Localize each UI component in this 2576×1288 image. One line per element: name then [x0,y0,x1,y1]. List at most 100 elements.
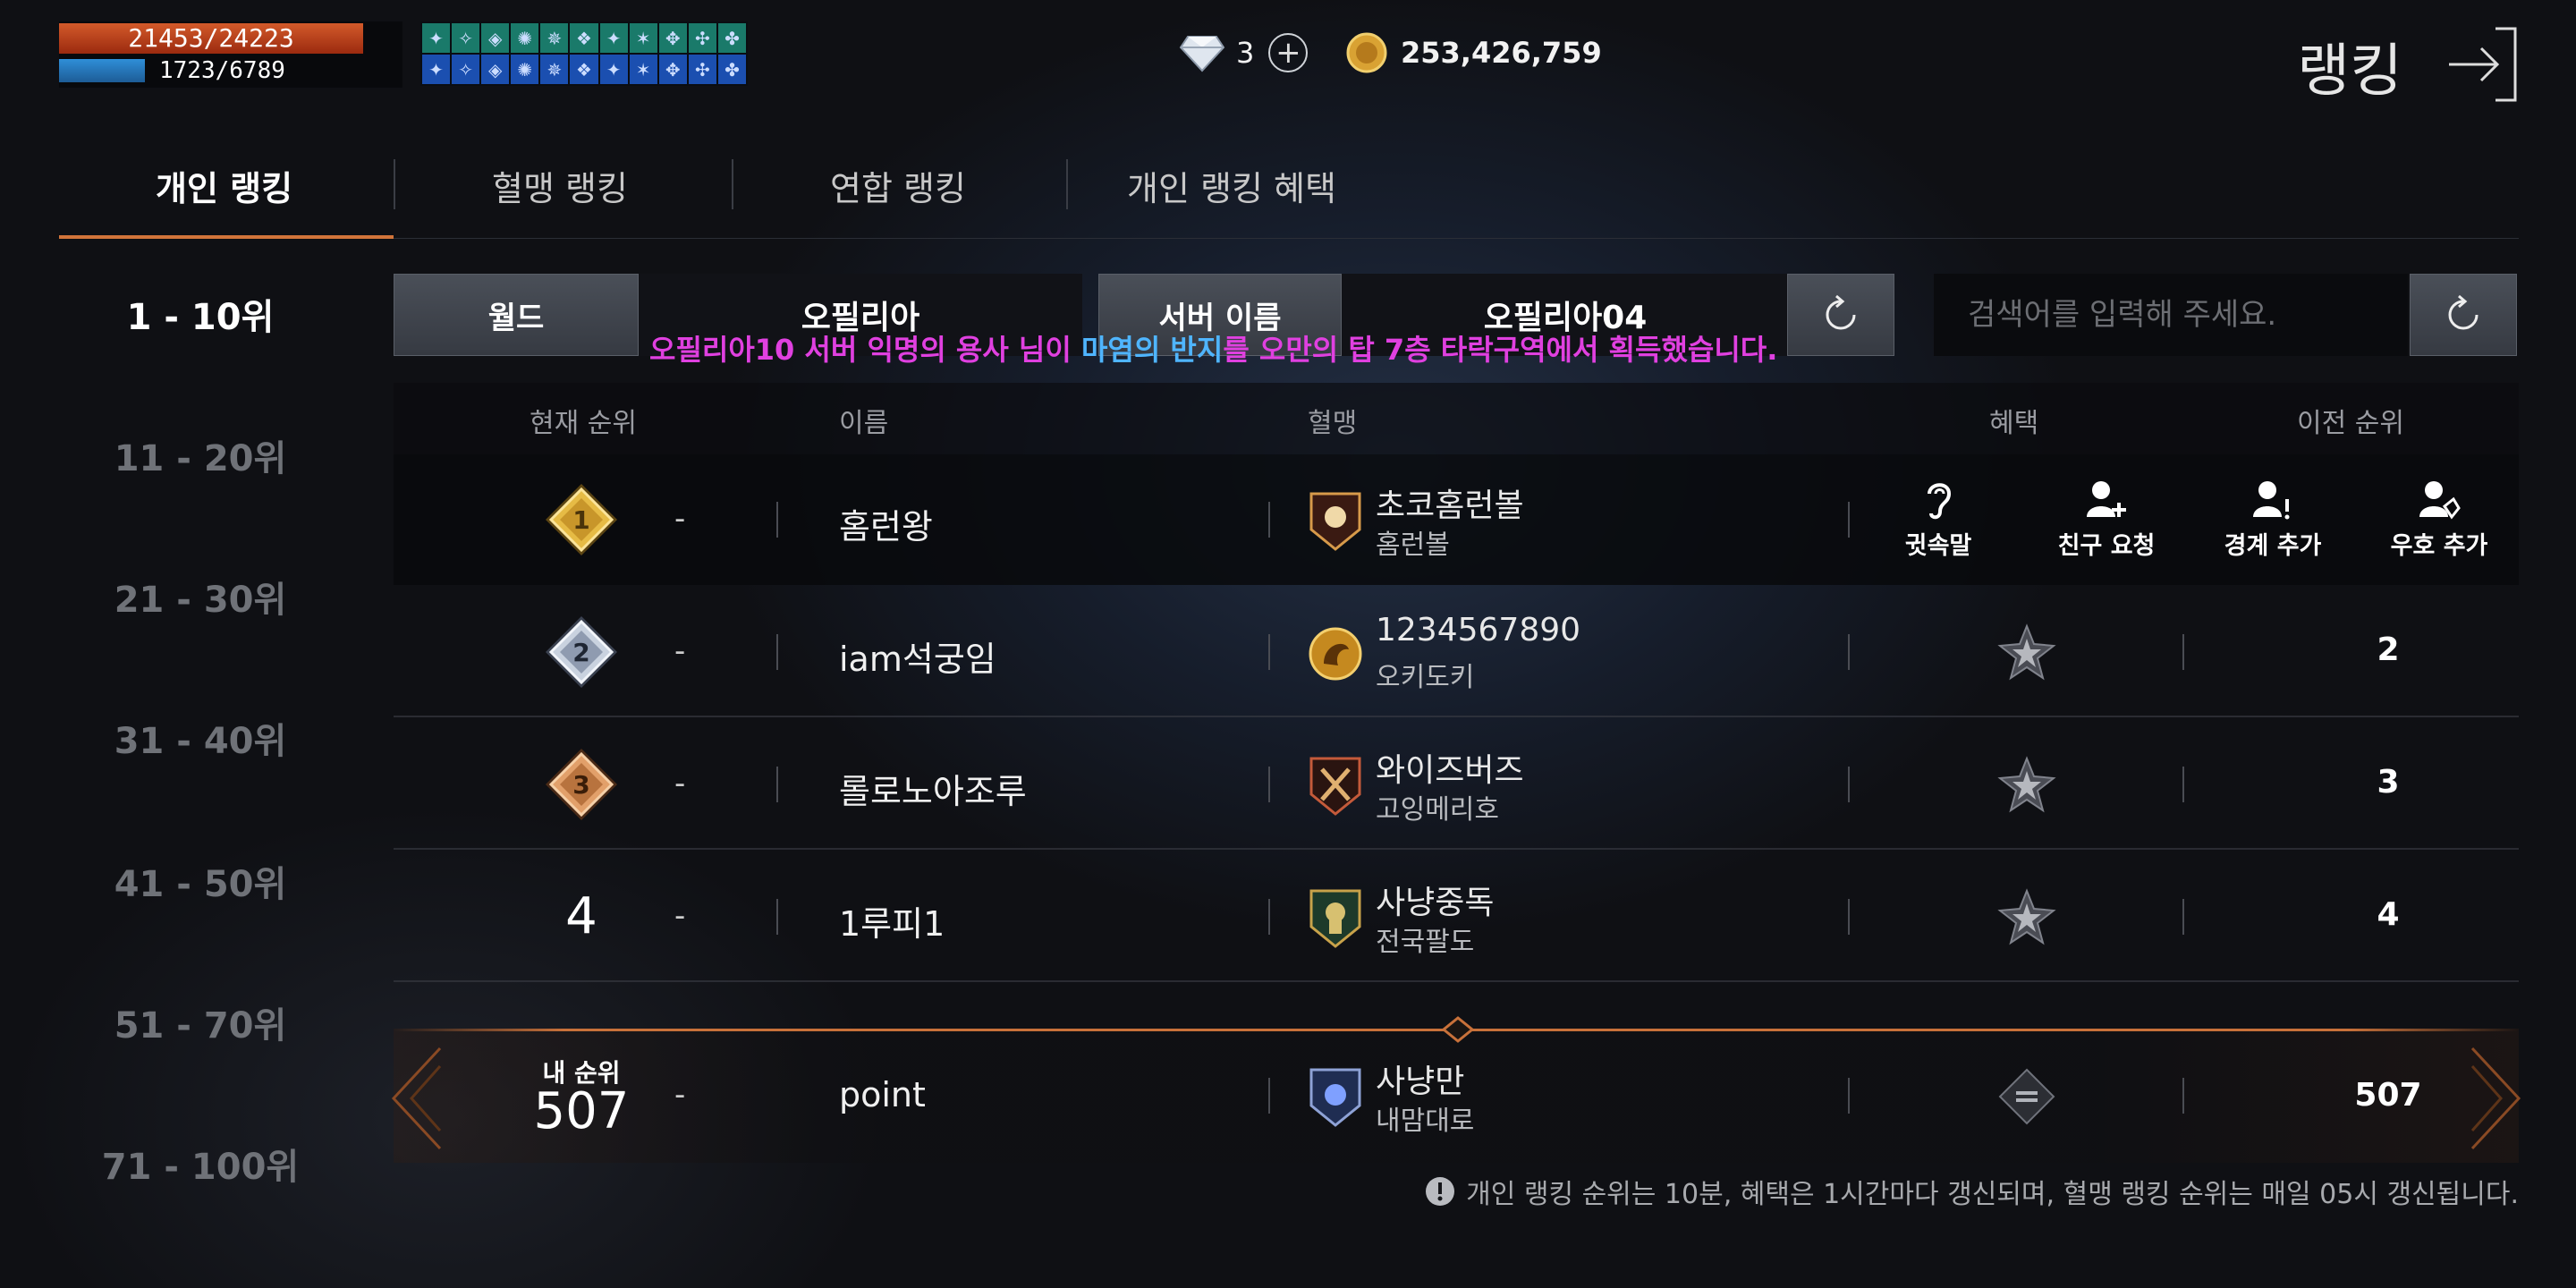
friendly-user-icon [2419,481,2461,520]
buff-icon: ✤ [717,23,746,53]
tab-alliance-ranking[interactable]: 연합 랭킹 [830,161,966,210]
buff-icon: ✦ [599,55,628,84]
previous-rank: 507 [2354,1077,2422,1114]
tab-personal-ranking[interactable]: 개인 랭킹 [156,161,292,210]
col-benefit: 혜택 [1989,408,2039,439]
table-row[interactable]: 4 - 1루피1 사냥중독 전국팔도 4 [394,852,2519,982]
range-31-40[interactable]: 31 - 40위 [59,712,342,764]
buff-icon: ✧ [452,55,480,84]
tab-divider [732,159,733,209]
player-name[interactable]: 홈런왕 [839,499,933,548]
table-row[interactable]: 1 - 홈런왕 초코홈런볼 홈런볼 귓속말 친구 요청 경계 추가 우호 추가 [394,454,2519,585]
diamond-count: 3 [1236,36,1255,70]
whisper-button[interactable]: 귓속말 [1862,478,2014,561]
tab-divider [394,159,395,209]
caution-user-icon [2253,481,2290,520]
add-friendly-button[interactable]: 우호 추가 [2363,478,2515,561]
clan-name: 초코홈런볼 [1376,487,1524,524]
medal-label: 1 [572,505,589,535]
col-clan: 혈맹 [1308,408,1358,439]
world-filter-button[interactable]: 월드 [394,274,639,356]
player-name[interactable]: 1루피1 [839,896,945,945]
buff-icon: ✣ [688,55,716,84]
rank-change: - [674,501,686,537]
add-caution-button[interactable]: 경계 추가 [2197,478,2349,561]
range-21-30[interactable]: 21 - 30위 [59,571,342,623]
clan-name: 사냥중독 [1376,885,1495,921]
bronze-medal-icon: 3 [546,749,617,820]
friend-request-button[interactable]: 친구 요청 [2030,478,2182,561]
buff-icon: ✥ [658,55,687,84]
buff-icon: ✦ [422,23,451,53]
range-71-100[interactable]: 71 - 100위 [59,1138,342,1190]
my-rank-number: 507 [533,1082,630,1140]
notice-text: 오필리아10 서버 익명의 용사 님이 [649,333,1081,367]
buff-icon: ✵ [540,23,569,53]
buff-icon: ◈ [481,55,510,84]
table-row[interactable]: 3 - 롤로노아조루 와이즈버즈 고잉메리호 3 [394,719,2519,850]
update-footnote: 개인 랭킹 순위는 10분, 혜택은 1시간마다 갱신되며, 혈맹 랭킹 순위는… [1425,1172,2519,1211]
search-button[interactable] [2410,274,2517,356]
range-51-70[interactable]: 51 - 70위 [59,996,342,1048]
mp-bar: 1723/6789 [59,57,402,84]
refresh-icon [2448,294,2479,330]
action-label: 귓속말 [1904,532,1972,560]
range-41-50[interactable]: 41 - 50위 [59,855,342,907]
diamond-currency: 3 + [1179,25,1309,80]
hp-bar: 21453/24223 [59,23,363,54]
divider [59,238,2519,239]
col-name: 이름 [839,408,889,439]
range-11-20[interactable]: 11 - 20위 [59,429,342,481]
player-name[interactable]: iam석궁임 [839,631,996,681]
clan-sub: 내맘대로 [1376,1106,1475,1137]
action-label: 우호 추가 [2390,532,2488,560]
buff-icon: ✶ [629,23,657,53]
tab-ranking-benefits[interactable]: 개인 랭킹 혜택 [1127,161,1336,210]
buff-icon: ✣ [688,23,716,53]
gold-amount: 253,426,759 [1401,36,1602,70]
table-row[interactable]: 2 - iam석궁임 1234567890 오키도키 2 [394,587,2519,717]
divider-ornament-icon [1441,1016,1475,1043]
clan-crest-icon [1309,1068,1361,1127]
diamond-icon [1179,36,1225,72]
player-name: point [839,1075,926,1114]
gold-coin-icon [1346,32,1387,73]
clan-name: 와이즈버즈 [1376,752,1524,789]
clan-crest-icon [1309,627,1362,681]
previous-rank: 2 [2377,631,2400,668]
col-rank: 현재 순위 [530,408,637,439]
buff-bar: ✦ ✧ ◈ ✺ ✵ ❖ ✦ ✶ ✥ ✣ ✤ ✦ ✧ ◈ ✺ ✵ ❖ ✦ ✶ ✥ ✣ ✤ [420,21,748,86]
clan-sub: 전국팔도 [1376,927,1475,958]
benefit-emblem-icon [1997,888,2056,945]
server-refresh-button[interactable] [1787,274,1894,356]
clan-crest-icon [1309,889,1361,948]
search-input[interactable] [1934,274,2408,356]
clan-crest-icon [1309,492,1361,551]
silver-medal-icon: 2 [546,616,617,688]
buff-icon: ✺ [511,55,539,84]
ear-icon [1928,483,1952,520]
rank-change: - [674,1077,686,1113]
rank-change: - [674,898,686,934]
notice-text: 를 오만의 탑 7층 타락구역에서 획득했습니다. [1223,333,1778,367]
medal-label: 2 [572,638,589,667]
tab-clan-ranking[interactable]: 혈맹 랭킹 [492,161,628,210]
player-name[interactable]: 롤로노아조루 [839,764,1027,813]
add-friend-icon [2087,481,2126,517]
ornament-right-icon [2470,1046,2521,1150]
clan-name: 1234567890 [1376,612,1581,648]
medal-label: 3 [572,770,589,800]
buff-icon: ✦ [422,55,451,84]
buff-icon: ✤ [717,55,746,84]
buff-icon: ✵ [540,55,569,84]
exit-icon[interactable] [2445,25,2519,104]
buff-icon: ✧ [452,23,480,53]
previous-rank: 4 [2377,896,2400,933]
my-rank-row[interactable]: 내 순위 507 - point 사냥만 내맘대로 507 [391,1016,2521,1163]
rank-number: 4 [565,887,597,945]
clan-sub: 오키도키 [1376,662,1475,693]
add-diamond-button[interactable]: + [1268,33,1309,72]
buff-icon: ◈ [481,23,510,53]
clan-crest-icon [1309,757,1361,816]
range-1-10[interactable]: 1 - 10위 [59,288,342,340]
